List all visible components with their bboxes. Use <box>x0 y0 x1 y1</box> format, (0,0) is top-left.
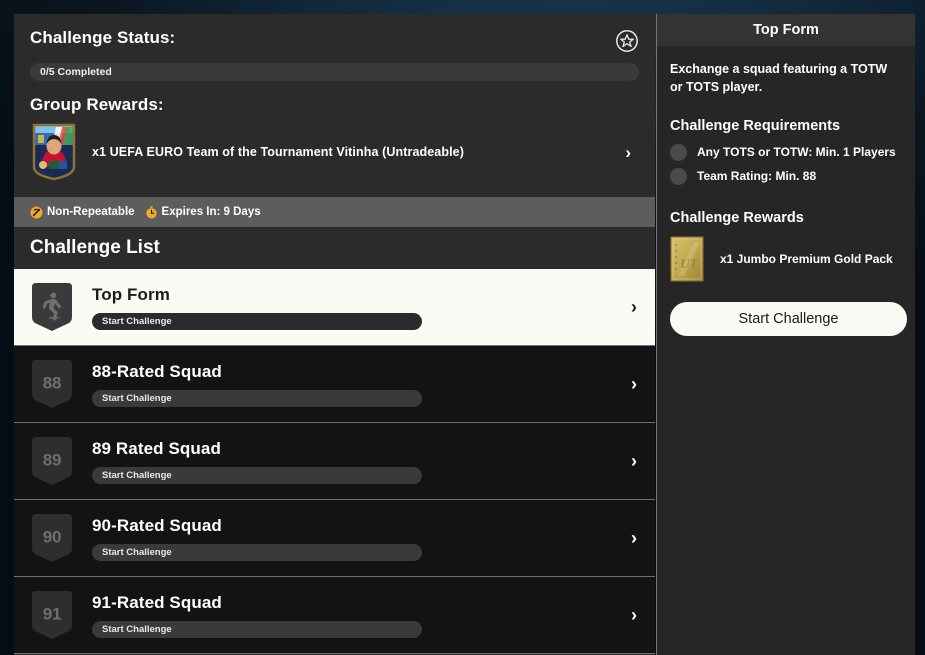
challenge-reward-row: UT x1 Jumbo Premium Gold Pack <box>670 236 902 282</box>
start-challenge-pill[interactable]: Start Challenge <box>92 467 422 484</box>
start-challenge-pill[interactable]: Start Challenge <box>92 544 422 561</box>
requirement-label: Any TOTS or TOTW: Min. 1 Players <box>697 145 896 159</box>
rating-badge-icon: 88 <box>30 358 74 410</box>
meta-non-repeatable-label: Non-Repeatable <box>47 206 135 218</box>
challenge-row-body: Top Form Start Challenge <box>92 285 631 330</box>
rating-badge-value: 91 <box>30 605 74 625</box>
requirement-status-icon <box>670 168 687 185</box>
star-circle-icon[interactable] <box>615 29 639 53</box>
challenge-row-body: 90-Rated Squad Start Challenge <box>92 516 631 561</box>
chevron-right-icon[interactable]: › <box>631 606 647 624</box>
start-challenge-pill-label: Start Challenge <box>102 470 172 481</box>
challenge-row-body: 91-Rated Squad Start Challenge <box>92 593 631 638</box>
challenge-description: Exchange a squad featuring a TOTW or TOT… <box>670 60 902 96</box>
chevron-right-icon[interactable]: › <box>631 529 647 547</box>
challenge-detail-panel: Top Form Exchange a squad featuring a TO… <box>656 14 915 655</box>
rating-badge-value: 90 <box>30 528 74 548</box>
challenge-detail-body: Exchange a squad featuring a TOTW or TOT… <box>657 46 915 336</box>
challenge-detail-header: Top Form <box>657 14 915 46</box>
start-challenge-button-label: Start Challenge <box>739 311 839 327</box>
challenge-status-header: Challenge Status: <box>30 28 639 53</box>
group-reward-label: x1 UEFA EURO Team of the Tournament Viti… <box>92 145 625 159</box>
challenge-row[interactable]: 90 90-Rated Squad Start Challenge › <box>14 500 655 577</box>
stopwatch-icon <box>145 206 158 219</box>
challenge-row[interactable]: 91 91-Rated Squad Start Challenge › <box>14 577 655 654</box>
meta-non-repeatable: Non-Repeatable <box>30 206 135 219</box>
challenge-meta-strip: Non-Repeatable Expires In: 9 Days <box>14 197 655 227</box>
challenge-status-block: Challenge Status: 0/5 Completed Group Re… <box>14 14 655 197</box>
challenge-requirements-heading: Challenge Requirements <box>670 118 902 134</box>
chevron-right-icon[interactable]: › <box>631 375 647 393</box>
start-challenge-pill-label: Start Challenge <box>102 624 172 635</box>
start-challenge-pill-label: Start Challenge <box>102 393 172 404</box>
challenge-row-title: Top Form <box>92 285 631 305</box>
challenge-list-title: Challenge List <box>30 237 160 259</box>
group-reward-row[interactable]: x1 UEFA EURO Team of the Tournament Viti… <box>30 123 639 181</box>
challenge-row-title: 90-Rated Squad <box>92 516 631 536</box>
chevron-right-icon[interactable]: › <box>625 144 639 161</box>
rating-badge-icon: 91 <box>30 589 74 641</box>
start-challenge-button[interactable]: Start Challenge <box>670 302 907 336</box>
rating-badge-icon: 89 <box>30 435 74 487</box>
challenge-progress-bar: 0/5 Completed <box>30 63 639 81</box>
chevron-right-icon[interactable]: › <box>631 452 647 470</box>
challenge-group-panel: Challenge Status: 0/5 Completed Group Re… <box>14 14 655 655</box>
rating-badge-value: 88 <box>30 374 74 394</box>
challenge-reward-label: x1 Jumbo Premium Gold Pack <box>720 252 893 266</box>
requirement-label: Team Rating: Min. 88 <box>697 169 816 183</box>
challenge-row[interactable]: 88 88-Rated Squad Start Challenge › <box>14 346 655 423</box>
challenge-requirements-list: Any TOTS or TOTW: Min. 1 Players Team Ra… <box>670 140 902 188</box>
player-silhouette-badge-icon <box>30 281 74 333</box>
challenge-list-header: Challenge List <box>14 227 655 269</box>
challenge-row-body: 89 Rated Squad Start Challenge <box>92 439 631 484</box>
challenge-row[interactable]: 89 89 Rated Squad Start Challenge › <box>14 423 655 500</box>
gold-pack-icon: UT <box>670 236 704 282</box>
player-card-icon <box>30 123 78 181</box>
start-challenge-pill[interactable]: Start Challenge <box>92 313 422 330</box>
challenge-row[interactable]: Top Form Start Challenge › <box>14 269 655 346</box>
chevron-right-icon[interactable]: › <box>631 298 647 316</box>
meta-expiry: Expires In: 9 Days <box>145 206 261 219</box>
start-challenge-pill[interactable]: Start Challenge <box>92 621 422 638</box>
challenge-row-title: 88-Rated Squad <box>92 362 631 382</box>
rating-badge-icon: 90 <box>30 512 74 564</box>
requirement-item: Team Rating: Min. 88 <box>670 164 902 188</box>
start-challenge-pill-label: Start Challenge <box>102 316 172 327</box>
challenge-status-heading: Challenge Status: <box>30 28 175 48</box>
requirement-item: Any TOTS or TOTW: Min. 1 Players <box>670 140 902 164</box>
challenge-row-title: 91-Rated Squad <box>92 593 631 613</box>
svg-text:UT: UT <box>680 256 698 271</box>
challenge-progress-label: 0/5 Completed <box>40 66 112 78</box>
no-repeat-icon <box>30 206 43 219</box>
start-challenge-pill[interactable]: Start Challenge <box>92 390 422 407</box>
rating-badge-value: 89 <box>30 451 74 471</box>
meta-expiry-label: Expires In: 9 Days <box>162 206 261 218</box>
challenge-row-title: 89 Rated Squad <box>92 439 631 459</box>
group-rewards-heading: Group Rewards: <box>30 95 639 115</box>
challenge-row-body: 88-Rated Squad Start Challenge <box>92 362 631 407</box>
start-challenge-pill-label: Start Challenge <box>102 547 172 558</box>
challenge-rewards-heading: Challenge Rewards <box>670 210 902 226</box>
requirement-status-icon <box>670 144 687 161</box>
challenge-detail-title: Top Form <box>753 22 819 38</box>
